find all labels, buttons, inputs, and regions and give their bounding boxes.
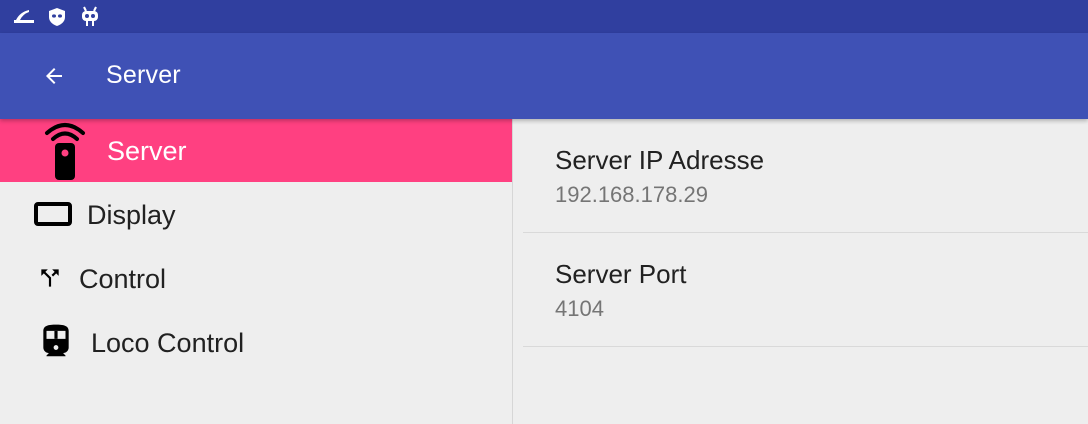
pref-summary: 4104 xyxy=(555,296,604,321)
pref-summary: 192.168.178.29 xyxy=(555,182,708,207)
call-split-icon xyxy=(36,264,64,292)
preferences-panel: Server IP Adresse 192.168.178.29 Server … xyxy=(513,119,1088,424)
sidebar-item-loco-control[interactable]: Loco Control xyxy=(0,311,512,374)
sidebar-item-label: Server xyxy=(107,136,187,166)
pref-title: Server IP Adresse xyxy=(555,145,765,175)
arrow-left-icon xyxy=(42,64,66,88)
train-icon xyxy=(36,321,76,363)
sidebar-item-label: Display xyxy=(87,200,176,230)
pref-server-ip[interactable]: Server IP Adresse 192.168.178.29 xyxy=(523,119,1088,233)
pref-server-port[interactable]: Server Port 4104 xyxy=(523,233,1088,347)
signal-strength-icon xyxy=(13,6,35,28)
privacy-guard-icon xyxy=(46,6,68,28)
sidebar-item-label: Control xyxy=(79,264,167,294)
status-bar xyxy=(0,0,1088,33)
page-title: Server xyxy=(106,61,181,89)
pref-title: Server Port xyxy=(555,259,687,289)
wireless-remote-icon xyxy=(40,119,90,182)
sidebar-item-server[interactable]: Server xyxy=(0,119,512,182)
android-debug-icon xyxy=(79,6,101,28)
sidebar: Server Display Control Loco Control xyxy=(0,119,513,424)
back-button[interactable] xyxy=(30,53,78,99)
sidebar-item-display[interactable]: Display xyxy=(0,183,512,246)
sidebar-item-label: Loco Control xyxy=(91,328,245,358)
app-bar: Server xyxy=(0,33,1088,119)
sidebar-item-control[interactable]: Control xyxy=(0,247,512,310)
display-icon xyxy=(32,199,74,229)
